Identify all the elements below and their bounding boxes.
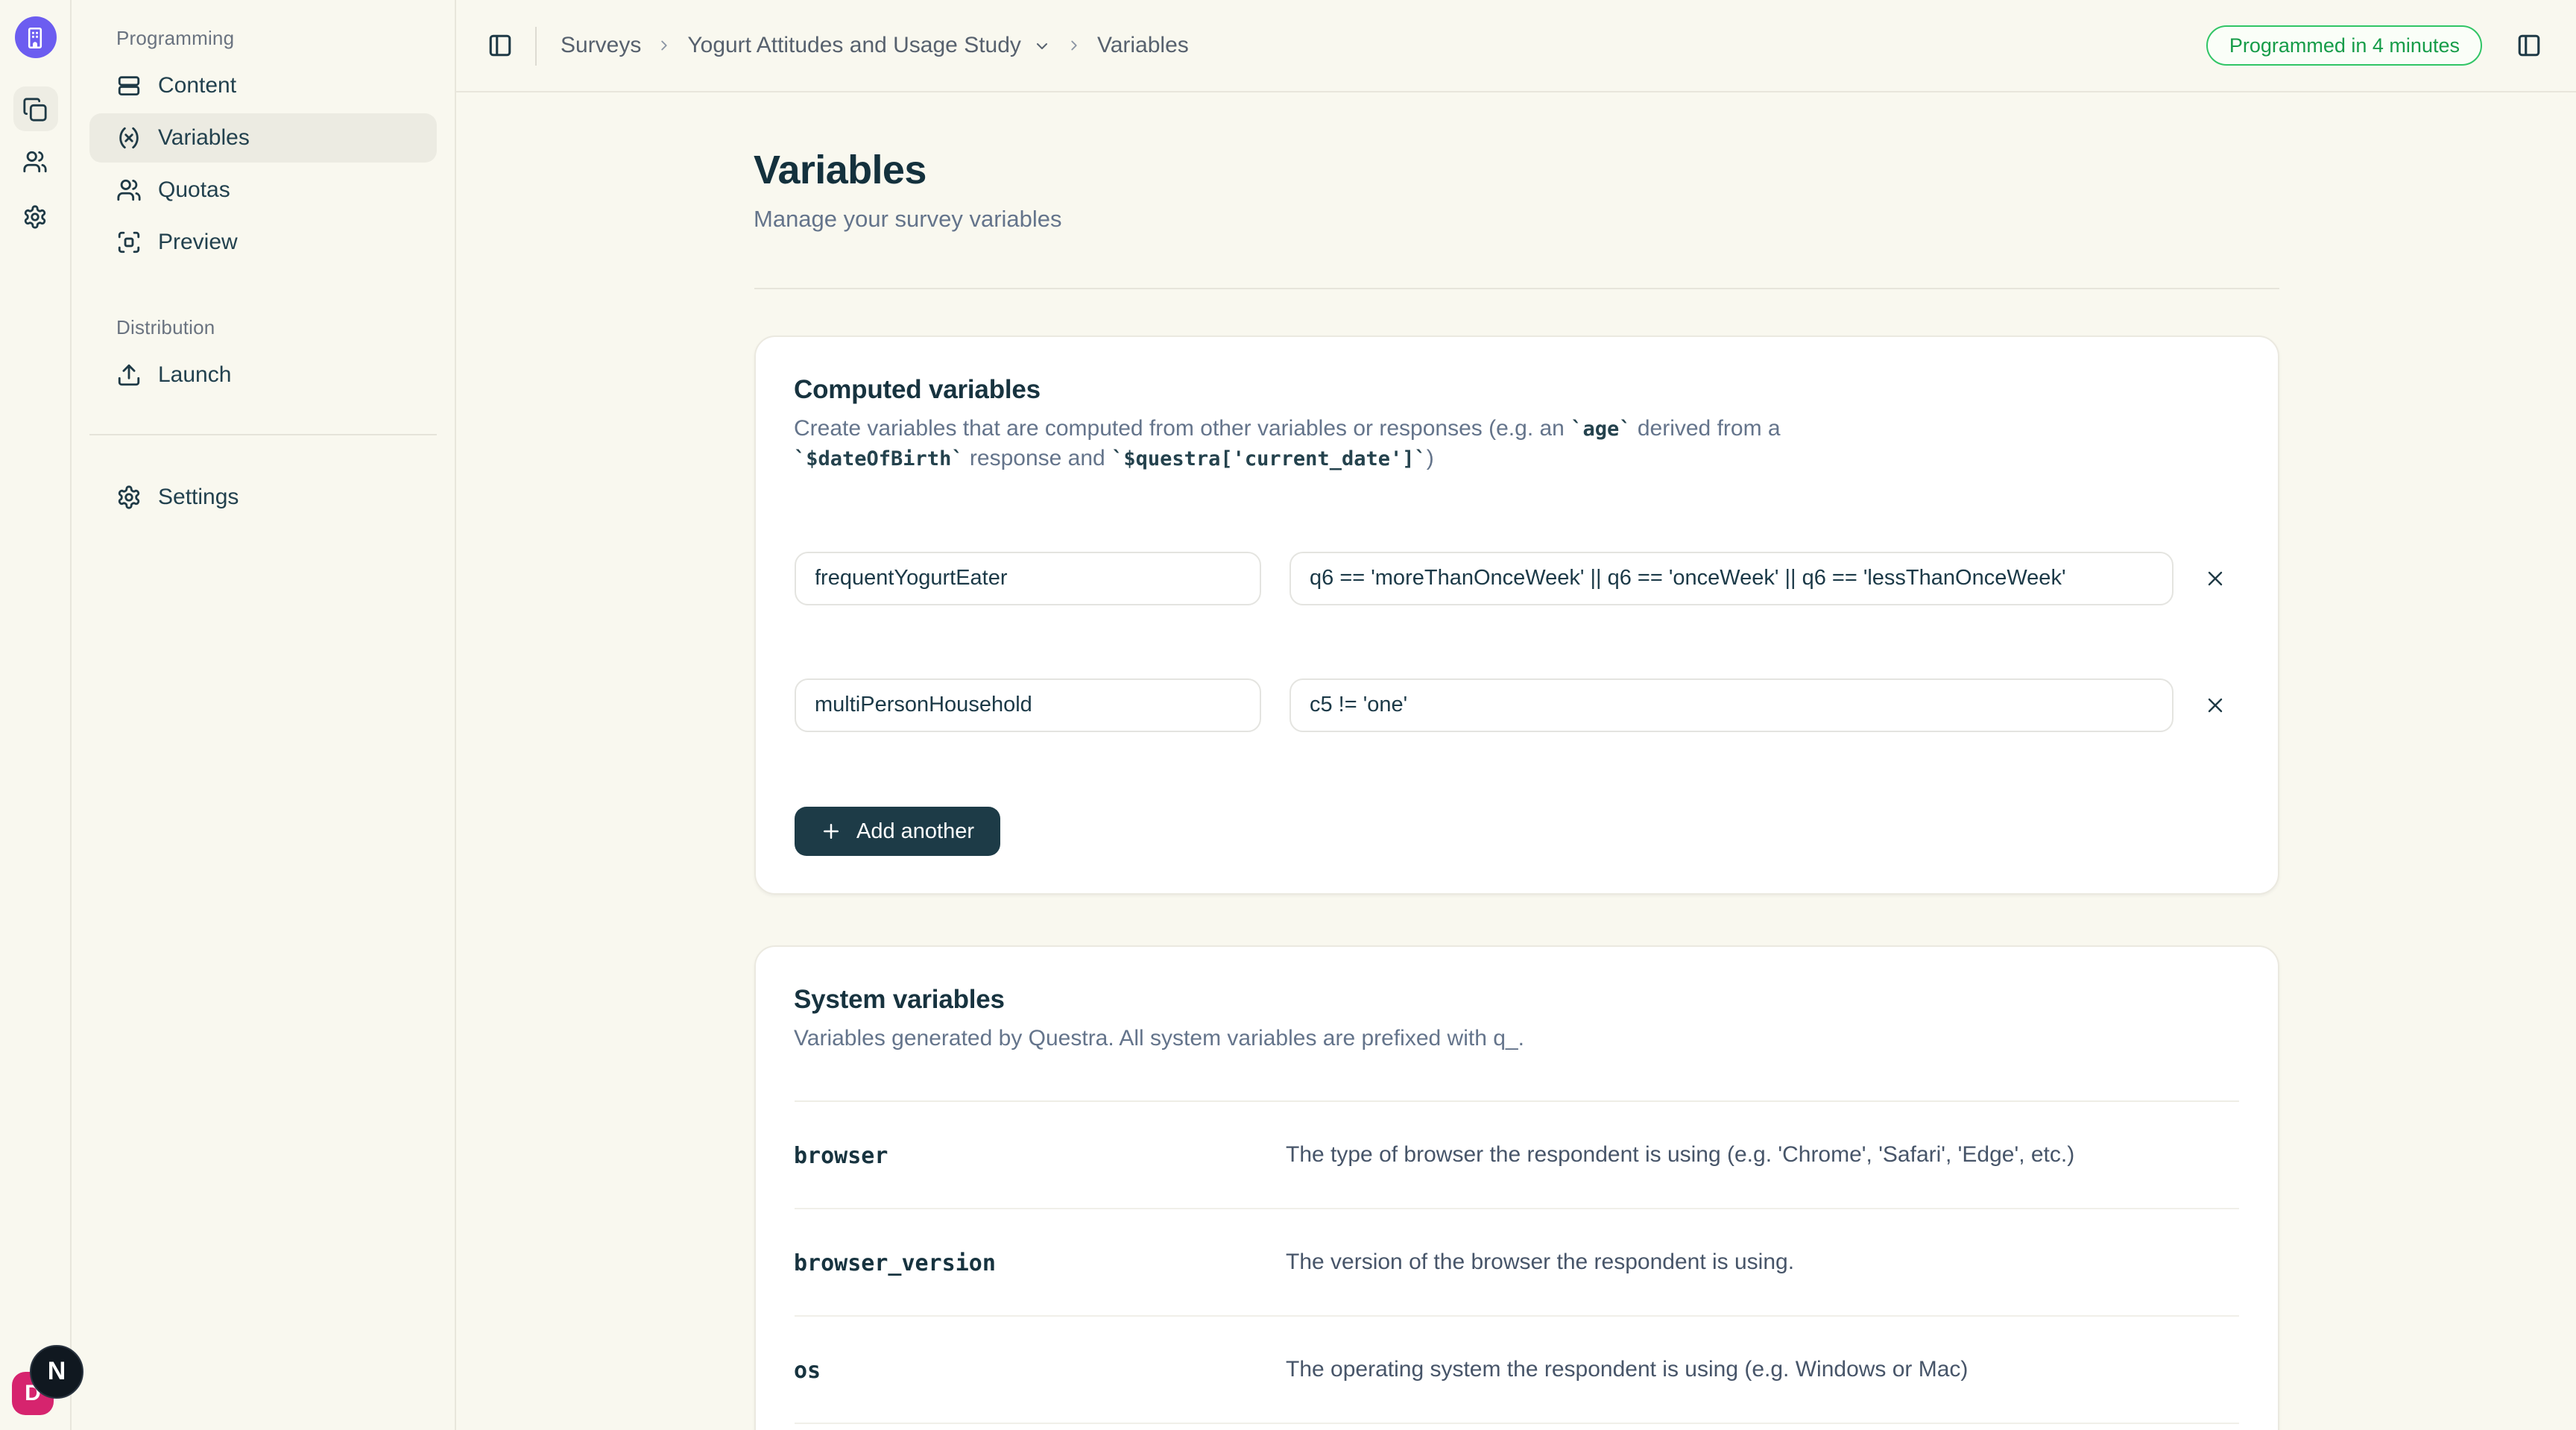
breadcrumb-study[interactable]: Yogurt Attitudes and Usage Study (687, 33, 1021, 58)
rows-icon (116, 73, 142, 98)
chevron-right-icon (656, 37, 672, 54)
rail-audience-button[interactable] (13, 139, 57, 183)
system-variable-row: browser_version The version of the brows… (794, 1209, 2238, 1317)
variable-name-input[interactable] (794, 552, 1260, 605)
app-root: Programming Content Variables (0, 0, 2576, 1430)
system-variable-description: The type of browser the respondent is us… (1286, 1142, 2074, 1168)
system-variable-description: The version of the browser the responden… (1286, 1250, 1794, 1275)
copy-docs-icon (22, 96, 48, 122)
sidebar-item-content[interactable]: Content (89, 61, 437, 110)
gear-icon (116, 485, 142, 510)
system-variable-row: os The operating system the respondent i… (794, 1317, 2238, 1424)
remove-variable-button[interactable] (2197, 687, 2232, 723)
sidebar-item-label: Content (158, 73, 236, 98)
remove-variable-button[interactable] (2197, 561, 2232, 596)
scan-preview-icon (116, 230, 142, 255)
rail-settings-button[interactable] (13, 194, 57, 239)
add-another-button[interactable]: Add another (794, 807, 1000, 856)
system-variables-title: System variables (794, 984, 2238, 1015)
sidebar-item-preview[interactable]: Preview (89, 218, 437, 267)
nextjs-dev-badge[interactable]: N (30, 1345, 83, 1399)
sidebar-item-launch[interactable]: Launch (89, 350, 437, 400)
org-avatar[interactable] (14, 16, 56, 58)
system-variable-name: os (794, 1356, 1286, 1383)
section-label-distribution: Distribution (116, 316, 437, 338)
gear-icon (22, 204, 48, 229)
header-divider (535, 26, 537, 65)
page-content: Variables Manage your survey variables C… (754, 92, 2279, 1430)
sidebar-item-label: Launch (158, 362, 231, 388)
system-variable-description: The operating system the respondent is u… (1286, 1357, 1968, 1382)
system-variables-description: Variables generated by Questra. All syst… (794, 1024, 1904, 1054)
top-bar: Surveys Yogurt Attitudes and Usage Study… (456, 0, 2576, 92)
close-icon (2203, 567, 2226, 590)
page-title: Variables (754, 148, 2279, 194)
system-variable-name: browser (794, 1141, 1286, 1168)
variable-expression-input[interactable] (1289, 678, 2173, 732)
sidebar-item-label: Quotas (158, 177, 230, 203)
variable-name-input[interactable] (794, 678, 1260, 732)
upload-icon (116, 362, 142, 388)
system-variables-card: System variables Variables generated by … (754, 945, 2279, 1430)
sidebar-item-label: Settings (158, 485, 239, 510)
sidebar-divider (89, 434, 437, 435)
programmed-time-badge[interactable]: Programmed in 4 minutes (2207, 25, 2482, 66)
section-label-programming: Programming (116, 27, 437, 49)
panel-right-toggle-icon[interactable] (2516, 33, 2542, 58)
building-icon (22, 25, 48, 50)
breadcrumb-variables[interactable]: Variables (1097, 33, 1189, 58)
icon-rail (0, 0, 72, 1430)
chevron-right-icon (1066, 37, 1082, 54)
sidebar-item-label: Preview (158, 230, 238, 255)
plus-icon (819, 820, 842, 842)
page-divider (754, 288, 2279, 289)
variable-expression-input[interactable] (1289, 552, 2173, 605)
computed-variables-description: Create variables that are computed from … (794, 415, 1904, 474)
rail-surveys-button[interactable] (13, 86, 57, 131)
main-area: Variables Manage your survey variables C… (456, 92, 2576, 1430)
system-variable-name: browser_version (794, 1249, 1286, 1276)
computed-variable-row (794, 552, 2238, 605)
breadcrumb: Surveys Yogurt Attitudes and Usage Study… (561, 33, 1189, 58)
add-another-label: Add another (856, 819, 974, 843)
sidebar-item-label: Variables (158, 125, 250, 151)
sidebar-item-variables[interactable]: Variables (89, 113, 437, 163)
page-subtitle: Manage your survey variables (754, 207, 2279, 234)
breadcrumb-surveys[interactable]: Surveys (561, 33, 641, 58)
users-icon (116, 177, 142, 203)
computed-variable-rows (794, 552, 2238, 732)
close-icon (2203, 693, 2226, 717)
users-icon (22, 148, 48, 174)
panel-left-toggle-icon[interactable] (487, 33, 513, 58)
sidebar-item-settings[interactable]: Settings (89, 473, 437, 522)
sidebar-item-quotas[interactable]: Quotas (89, 166, 437, 215)
computed-variable-row (794, 678, 2238, 732)
computed-variables-card: Computed variables Create variables that… (754, 336, 2279, 895)
nav-sidebar: Programming Content Variables (72, 0, 456, 1430)
chevron-down-icon[interactable] (1036, 37, 1051, 54)
system-variable-row: browser The type of browser the responde… (794, 1102, 2238, 1209)
computed-variables-title: Computed variables (794, 374, 2238, 406)
variable-icon (116, 125, 142, 151)
